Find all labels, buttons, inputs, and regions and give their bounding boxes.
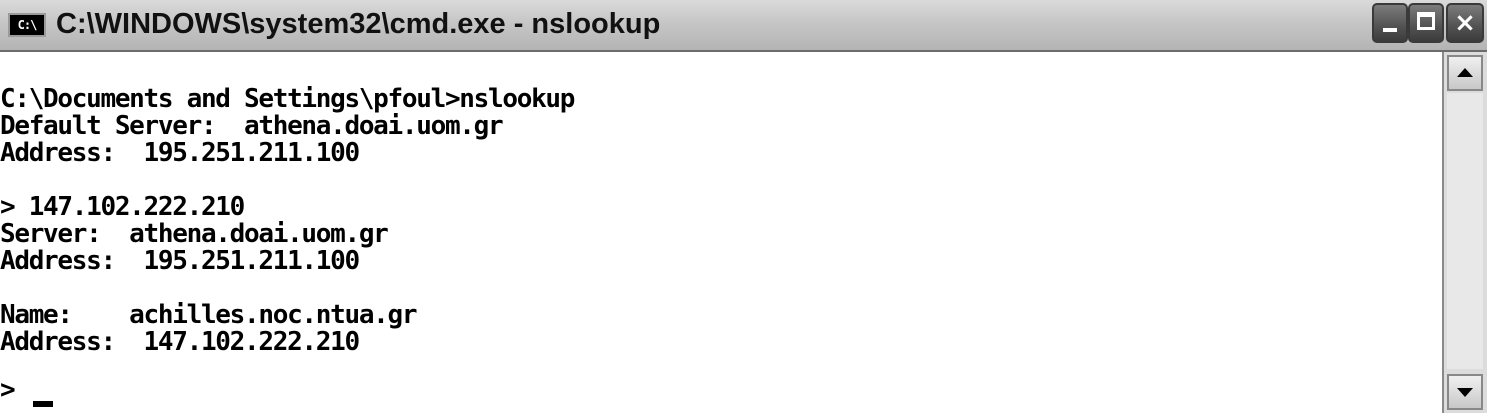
console-output[interactable]: C:\Documents and Settings\pfoul>nslookup… <box>0 52 1442 413</box>
cmd-system-icon[interactable]: C:\ <box>8 13 46 37</box>
close-icon: × <box>1454 8 1476 38</box>
text-cursor <box>33 401 53 407</box>
scroll-down-button[interactable] <box>1447 374 1483 410</box>
console-line: Default Server: athena.doai.uom.gr <box>0 111 504 141</box>
maximize-icon <box>1417 12 1435 30</box>
title-bar[interactable]: C:\ C:\WINDOWS\system32\cmd.exe - nslook… <box>0 0 1487 52</box>
scrollbar-track[interactable] <box>1447 93 1483 369</box>
minimize-icon <box>1383 28 1397 32</box>
cmd-window: C:\ C:\WINDOWS\system32\cmd.exe - nslook… <box>0 0 1487 413</box>
console-prompt: > <box>0 375 16 405</box>
console-line: > 147.102.222.210 <box>0 192 245 222</box>
window-title: C:\WINDOWS\system32\cmd.exe - nslookup <box>56 8 661 40</box>
close-button[interactable]: × <box>1446 3 1484 43</box>
console-line: C:\Documents and Settings\pfoul>nslookup <box>0 84 575 114</box>
console-line: Address: 195.251.211.100 <box>0 246 360 276</box>
scroll-up-button[interactable] <box>1447 55 1483 91</box>
arrow-up-icon <box>1457 68 1473 77</box>
console-line: Address: 195.251.211.100 <box>0 138 360 168</box>
console-line: Name: achilles.noc.ntua.gr <box>0 300 418 330</box>
console-line: Address: 147.102.222.210 <box>0 327 360 357</box>
arrow-down-icon <box>1457 388 1473 397</box>
console-line: Server: athena.doai.uom.gr <box>0 219 389 249</box>
minimize-button[interactable] <box>1372 3 1408 43</box>
vertical-scrollbar[interactable] <box>1442 52 1487 413</box>
maximize-button[interactable] <box>1408 3 1444 43</box>
